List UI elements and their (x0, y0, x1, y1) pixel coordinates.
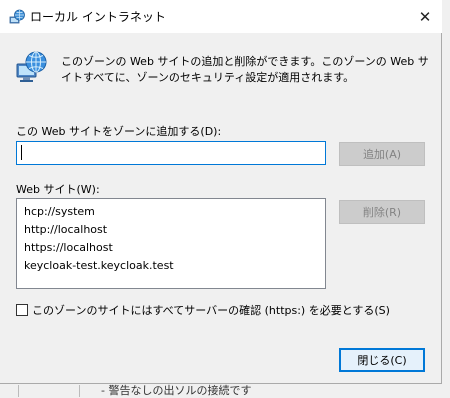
zone-sites-dialog: ローカル イントラネット ✕ このゾーンの Web サイトの追加と削除ができます… (0, 0, 442, 384)
background-window-frame (18, 385, 80, 397)
https-checkbox-label[interactable]: このゾーンのサイトにはすべてサーバーの確認 (https:) を必要とする(S) (32, 302, 390, 318)
close-button[interactable]: 閉じる(C) (339, 348, 425, 372)
list-item[interactable]: http://localhost (17, 221, 325, 239)
list-item[interactable]: hcp://system (17, 203, 325, 221)
zone-description: このゾーンの Web サイトの追加と削除ができます。このゾーンの Web サイト… (61, 55, 429, 84)
sites-list[interactable]: hcp://system http://localhost https://lo… (16, 198, 326, 289)
list-item[interactable]: https://localhost (17, 239, 325, 257)
https-checkbox-row[interactable]: このゾーンのサイトにはすべてサーバーの確認 (https:) を必要とする(S) (16, 302, 390, 318)
add-button[interactable]: 追加(A) (339, 142, 425, 166)
https-checkbox[interactable] (16, 304, 28, 316)
intranet-globe-icon (9, 9, 25, 24)
add-site-label: この Web サイトをゾーンに追加する(D): (16, 125, 222, 138)
add-site-input[interactable] (16, 141, 326, 165)
window-title: ローカル イントラネット (30, 10, 166, 24)
text-caret (21, 145, 22, 160)
close-icon[interactable]: ✕ (414, 6, 436, 28)
background-window-text: - 警告なしの出ソルの接続です (101, 384, 252, 397)
list-item[interactable]: keycloak-test.keycloak.test (17, 257, 325, 275)
sites-list-label: Web サイト(W): (16, 183, 100, 196)
title-bar[interactable]: ローカル イントラネット ✕ (0, 0, 442, 33)
remove-button[interactable]: 削除(R) (339, 200, 425, 224)
intranet-zone-icon (16, 51, 47, 82)
